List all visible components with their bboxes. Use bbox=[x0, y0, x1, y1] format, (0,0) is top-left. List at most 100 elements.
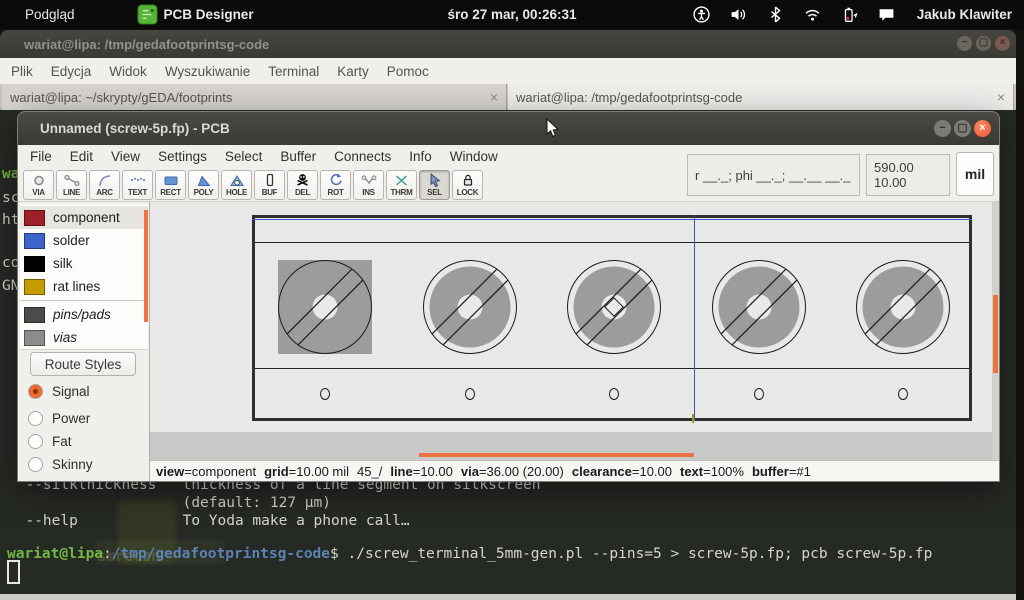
pcb-menu-connects[interactable]: Connects bbox=[325, 149, 400, 164]
radio-button[interactable] bbox=[28, 411, 43, 426]
status-text: text=100% bbox=[680, 464, 744, 479]
terminal-menu-pomoc[interactable]: Pomoc bbox=[378, 64, 438, 79]
pad-pin-1[interactable] bbox=[277, 259, 373, 355]
battery-icon[interactable] bbox=[841, 6, 858, 23]
thermal-icon bbox=[394, 173, 409, 188]
tool-button-del[interactable]: DEL bbox=[287, 170, 318, 200]
tab-close-icon[interactable]: × bbox=[490, 89, 498, 105]
layer-row-pins-pads[interactable]: pins/pads bbox=[20, 303, 148, 326]
pcb-menu-info[interactable]: Info bbox=[400, 149, 441, 164]
pcb-menu-edit[interactable]: Edit bbox=[61, 149, 102, 164]
terminal-menu-edycja[interactable]: Edycja bbox=[42, 64, 101, 79]
tool-button-rect[interactable]: RECT bbox=[155, 170, 186, 200]
tool-button-via[interactable]: VIA bbox=[23, 170, 54, 200]
pad-pin-5[interactable] bbox=[855, 259, 951, 355]
pcb-minimize-button[interactable]: − bbox=[934, 120, 951, 137]
rotate-icon bbox=[329, 173, 343, 188]
pad-pin-2[interactable] bbox=[422, 259, 518, 355]
terminal-menu-widok[interactable]: Widok bbox=[100, 64, 156, 79]
tool-button-line[interactable]: LINE bbox=[56, 170, 87, 200]
terminal-menu-karty[interactable]: Karty bbox=[328, 64, 378, 79]
route-style-label: Power bbox=[52, 411, 90, 426]
layer-row-solder[interactable]: solder bbox=[20, 229, 148, 252]
pad-pin-4[interactable] bbox=[711, 259, 807, 355]
terminal-text-fragment: wa bbox=[2, 166, 19, 182]
terminal-maximize-button[interactable]: ▢ bbox=[976, 36, 991, 51]
terminal-tab-gedafootprintsg[interactable]: wariat@lipa: /tmp/gedafootprintsg-code × bbox=[508, 84, 1014, 110]
tool-button-label: POLY bbox=[194, 188, 214, 197]
poly-icon bbox=[196, 173, 212, 188]
radio-button[interactable] bbox=[28, 384, 43, 399]
prompt-path: /tmp/gedafootprintsg-code bbox=[112, 546, 330, 562]
radio-button[interactable] bbox=[28, 434, 43, 449]
tool-button-thrm[interactable]: THRM bbox=[386, 170, 417, 200]
pcb-menu-select[interactable]: Select bbox=[216, 149, 272, 164]
tool-button-rot[interactable]: ROT bbox=[320, 170, 351, 200]
layer-color-swatch[interactable] bbox=[24, 307, 45, 323]
pcb-menu-file[interactable]: File bbox=[21, 149, 61, 164]
pcb-menu-view[interactable]: View bbox=[102, 149, 149, 164]
route-style-label: Fat bbox=[52, 434, 72, 449]
layer-name: component bbox=[53, 210, 120, 225]
volume-icon[interactable] bbox=[730, 6, 747, 23]
layer-row-component[interactable]: component bbox=[20, 206, 148, 229]
pcb-menu-window[interactable]: Window bbox=[441, 149, 507, 164]
radio-button[interactable] bbox=[28, 457, 43, 472]
buffer-icon bbox=[263, 173, 277, 188]
tool-button-label: VIA bbox=[32, 188, 44, 197]
route-styles-button[interactable]: Route Styles bbox=[30, 352, 136, 376]
layer-color-swatch[interactable] bbox=[24, 210, 45, 226]
tool-button-lock[interactable]: LOCK bbox=[452, 170, 483, 200]
bluetooth-icon[interactable] bbox=[767, 6, 784, 23]
canvas-hscroll-thumb[interactable] bbox=[419, 453, 694, 457]
sidebar-scrollbar-thumb[interactable] bbox=[144, 210, 148, 322]
tool-button-text[interactable]: TEXT bbox=[122, 170, 153, 200]
tab-close-icon[interactable]: × bbox=[997, 89, 1005, 105]
terminal-titlebar[interactable]: wariat@lipa: /tmp/gedafootprintsg-code −… bbox=[0, 30, 1016, 58]
tool-button-sel[interactable]: SEL bbox=[419, 170, 450, 200]
panel-username[interactable]: Jakub Klawiter bbox=[917, 7, 1012, 22]
wifi-icon[interactable] bbox=[804, 6, 821, 23]
route-style-fat[interactable]: Fat bbox=[28, 430, 72, 452]
tool-button-arc[interactable]: ARC bbox=[89, 170, 120, 200]
pcb-menu-buffer[interactable]: Buffer bbox=[271, 149, 325, 164]
pcb-menu-settings[interactable]: Settings bbox=[149, 149, 216, 164]
pcb-maximize-button[interactable]: ▢ bbox=[954, 120, 971, 137]
text-icon bbox=[130, 173, 146, 188]
pcb-titlebar[interactable]: Unnamed (screw-5p.fp) - PCB − ▢ × bbox=[18, 112, 999, 145]
pad-pin-3[interactable] bbox=[566, 259, 662, 355]
layer-color-swatch[interactable] bbox=[24, 279, 45, 295]
terminal-menu-plik[interactable]: Plik bbox=[2, 64, 42, 79]
layer-color-swatch[interactable] bbox=[24, 256, 45, 272]
layer-color-swatch[interactable] bbox=[24, 330, 45, 346]
layer-row-rat-lines[interactable]: rat lines bbox=[20, 275, 148, 298]
panel-active-app-label[interactable]: PCB Designer bbox=[164, 7, 254, 22]
terminal-minimize-button[interactable]: − bbox=[957, 36, 972, 51]
tool-button-hole[interactable]: HOLE bbox=[221, 170, 252, 200]
terminal-tab-footprints[interactable]: wariat@lipa: ~/skrypty/gEDA/footprints × bbox=[2, 84, 507, 110]
accessibility-icon[interactable] bbox=[693, 6, 710, 23]
canvas-vscroll-thumb[interactable] bbox=[993, 295, 998, 373]
select-arrow-icon bbox=[428, 173, 442, 188]
terminal-menu-terminal[interactable]: Terminal bbox=[259, 64, 328, 79]
tool-button-ins[interactable]: INS bbox=[353, 170, 384, 200]
layer-row-vias[interactable]: vias bbox=[20, 326, 148, 349]
pcb-app-icon[interactable] bbox=[137, 4, 158, 25]
route-style-power[interactable]: Power bbox=[28, 407, 90, 429]
tool-button-buf[interactable]: BUF bbox=[254, 170, 285, 200]
panel-menu-podglad[interactable]: Podgląd bbox=[25, 7, 75, 22]
layer-color-swatch[interactable] bbox=[24, 233, 45, 249]
status-via: via=36.00 (20.00) bbox=[461, 464, 564, 479]
terminal-text-fragment: sc bbox=[2, 190, 19, 206]
terminal-close-button[interactable]: × bbox=[995, 36, 1010, 51]
terminal-menu-wyszukiwanie[interactable]: Wyszukiwanie bbox=[156, 64, 259, 79]
layer-row-silk[interactable]: silk bbox=[20, 252, 148, 275]
tool-button-label: RECT bbox=[160, 188, 181, 197]
pcb-canvas[interactable] bbox=[150, 202, 999, 460]
units-toggle-button[interactable]: mil bbox=[956, 152, 994, 196]
pcb-close-button[interactable]: × bbox=[974, 120, 991, 137]
route-style-signal[interactable]: Signal bbox=[28, 380, 90, 402]
tool-button-poly[interactable]: POLY bbox=[188, 170, 219, 200]
route-style-skinny[interactable]: Skinny bbox=[28, 453, 93, 475]
messages-icon[interactable] bbox=[878, 6, 895, 23]
